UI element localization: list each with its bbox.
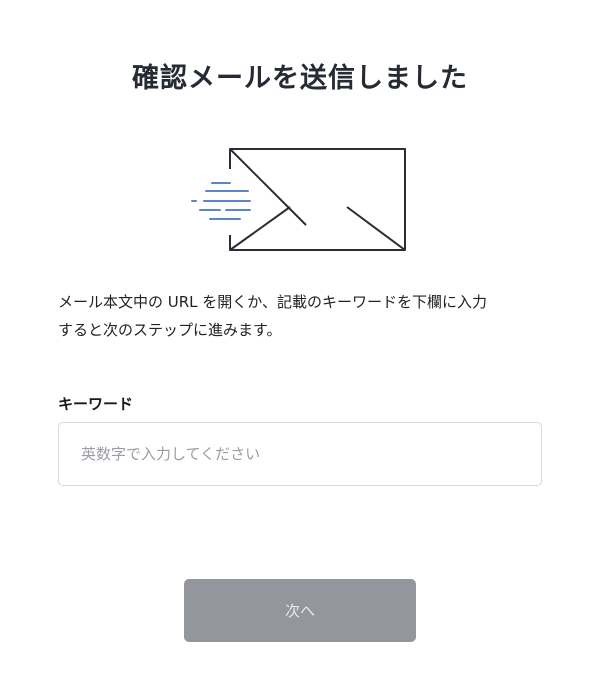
envelope-outline bbox=[229, 148, 406, 251]
next-button[interactable]: 次へ bbox=[184, 579, 416, 642]
speed-lines bbox=[191, 182, 251, 220]
instruction-text: メール本文中の URL を開くか、記載のキーワードを下欄に入力 すると次のステッ… bbox=[58, 288, 558, 344]
envelope-icon bbox=[191, 148, 406, 251]
instruction-line-2: すると次のステップに進みます。 bbox=[58, 321, 282, 339]
keyword-input[interactable] bbox=[58, 422, 542, 486]
keyword-label: キーワード bbox=[58, 395, 134, 413]
page-title: 確認メールを送信しました bbox=[132, 63, 468, 94]
instruction-line-1: メール本文中の URL を開くか、記載のキーワードを下欄に入力 bbox=[58, 293, 487, 311]
